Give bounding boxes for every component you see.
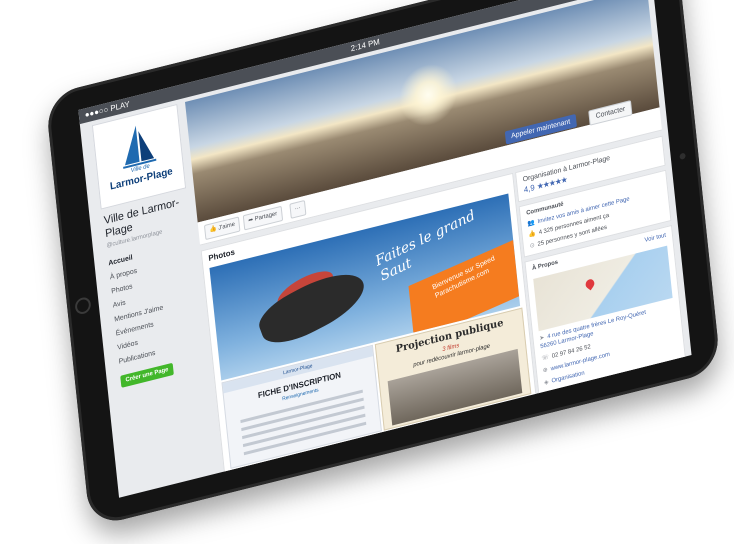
thumbs-up-icon: 👍	[528, 231, 537, 239]
sun-glow	[395, 57, 461, 133]
tag-icon: ◈	[543, 379, 549, 387]
camera-icon	[679, 152, 686, 160]
tablet-screen: ●●●○○ PLAY 2:14 PM Ville de Larmor-Plage…	[78, 0, 692, 498]
about-label: À Propos	[531, 259, 559, 272]
check-in-icon: ⊙	[529, 242, 536, 250]
map-pin-icon	[583, 277, 597, 291]
right-column: Organisation à Larmor-Plage 4,9 ★★★★★ Co…	[515, 135, 689, 421]
more-button[interactable]: ···	[289, 199, 307, 219]
home-button[interactable]	[74, 295, 92, 316]
share-label: Partager	[254, 211, 278, 223]
directions-icon: ➤	[539, 335, 545, 343]
share-button[interactable]: ➦ Partager	[242, 205, 283, 231]
category-link: Organisation	[551, 370, 585, 385]
like-label: J'aime	[218, 221, 236, 232]
tablet-device: ●●●○○ PLAY 2:14 PM Ville de Larmor-Plage…	[44, 0, 722, 528]
photos-title[interactable]: Photos	[208, 247, 235, 263]
add-friends-icon: 👥	[527, 219, 536, 228]
rating-value: 4,9	[523, 182, 536, 195]
page-nav: Accueil À propos Photos Avis Mentions J'…	[108, 236, 207, 370]
see-all-link[interactable]: Voir tout	[644, 233, 666, 244]
page-logo[interactable]: Ville de Larmor-Plage	[91, 103, 187, 210]
phone-icon: ☏	[541, 354, 550, 363]
create-page-button[interactable]: Créer une Page	[120, 362, 174, 388]
like-button[interactable]: 👍 J'aime	[203, 216, 241, 241]
globe-icon: ⊕	[542, 367, 549, 375]
